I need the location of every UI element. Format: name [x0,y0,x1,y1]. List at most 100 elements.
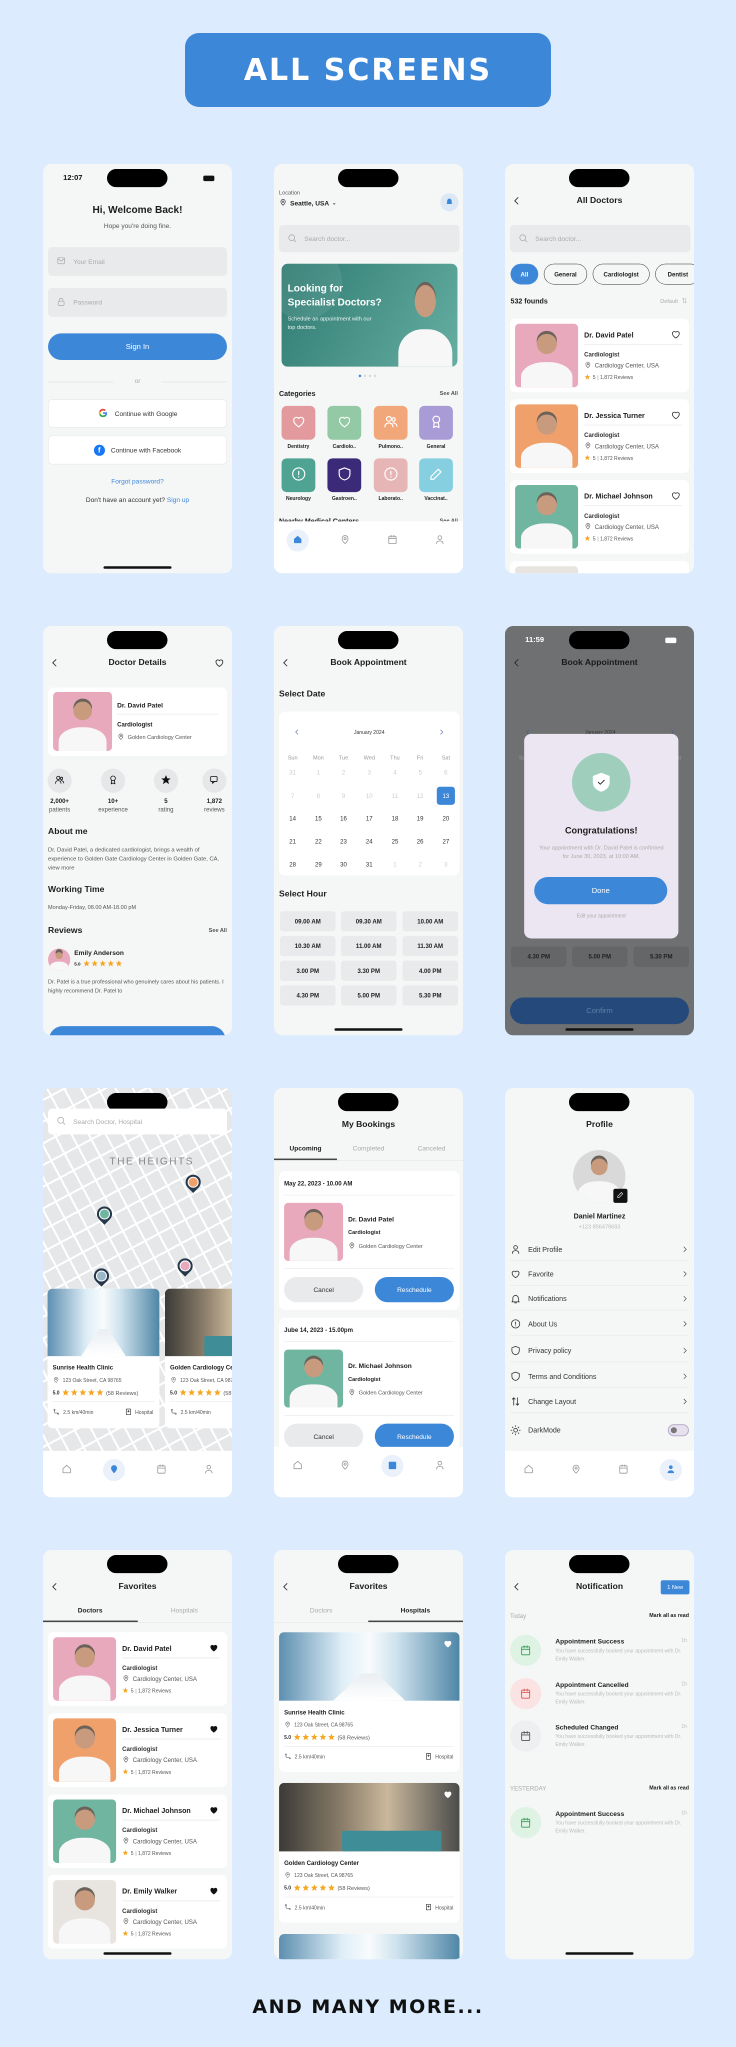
sign-in-button[interactable]: Sign In [48,333,227,361]
tab-doctors[interactable]: Doctors [274,1606,368,1614]
category-tile[interactable] [419,405,453,440]
calendar-day[interactable]: 20 [437,809,455,827]
carousel-dot[interactable] [368,374,372,378]
doctor-card[interactable]: Dr. Jessica Turner Cardiologist Cardiology… [48,1713,227,1787]
filter-chip[interactable]: All [510,263,539,285]
notification-button[interactable] [440,193,459,212]
doctor-card[interactable]: Dr. Emily WalkerCardiologistCardiology C… [510,561,689,574]
category-tile[interactable] [327,458,362,493]
time-slot[interactable]: 11.30 AM [402,935,458,957]
edit-avatar-button[interactable] [613,1188,628,1203]
calendar-day[interactable]: 19 [411,809,429,827]
promo-banner[interactable]: Looking for Specialist Doctors? Schedule a… [281,263,458,367]
heart-icon[interactable] [214,657,225,671]
time-slot[interactable]: 3.30 PM [341,960,397,981]
nav-bookings[interactable] [612,1459,634,1481]
filter-chip[interactable]: Dentist [655,263,694,285]
category-tile[interactable] [281,405,316,440]
heart-filled-icon[interactable] [208,1642,219,1656]
google-button[interactable]: Continue with Google [48,399,227,428]
doctor-card[interactable]: Dr. David Patel Cardiologist Cardiology Ce… [510,318,689,393]
mark-all-read-button[interactable]: Mark all as read [649,1785,689,1791]
calendar-day[interactable]: 24 [360,833,378,851]
nav-profile[interactable] [429,1455,451,1477]
calendar-day[interactable]: 17 [360,809,378,827]
map-pin[interactable] [93,1203,116,1225]
email-input[interactable]: Your Email [48,247,227,276]
time-slot[interactable]: 09.30 AM [341,911,397,932]
time-slot[interactable]: 5.30 PM [402,985,458,1006]
heart-icon[interactable] [442,1638,453,1652]
category-tile[interactable] [327,405,362,440]
carousel-dot[interactable] [373,374,377,378]
carousel-dot[interactable] [358,374,362,378]
tab-canceled[interactable]: Canceled [400,1144,463,1152]
reviews-see-all[interactable]: See All [209,927,227,933]
calendar-day[interactable]: 26 [411,833,429,851]
heart-icon[interactable] [670,409,681,423]
heart-icon[interactable] [670,329,681,343]
map-pin[interactable] [90,1265,113,1287]
categories-see-all[interactable]: See All [440,390,458,396]
calendar-day[interactable]: 22 [309,833,327,851]
nav-home[interactable] [518,1459,540,1481]
menu-item[interactable]: Change Layout [510,1390,689,1414]
calendar-day[interactable]: 15 [309,809,327,827]
nav-home[interactable] [56,1459,78,1481]
category-tile[interactable] [281,458,316,493]
edit-appointment-link[interactable]: Edit your appointment [524,913,678,919]
reschedule-button[interactable]: Reschedule [374,1423,454,1449]
time-slot[interactable]: 4.30 PM [511,946,567,967]
tab-doctors[interactable]: Doctors [43,1606,137,1614]
forgot-password-link[interactable]: Forgot password? [43,477,232,485]
calendar-day[interactable]: 18 [386,809,404,827]
time-slot[interactable]: 3.00 PM [280,960,336,981]
book-appointment-button[interactable] [49,1026,226,1036]
view-more-link[interactable]: view more [48,865,74,871]
reschedule-button[interactable]: Reschedule [374,1277,454,1303]
mark-all-read-button[interactable]: Mark all as read [649,1612,689,1618]
filter-chip[interactable]: General [543,263,588,285]
nav-profile[interactable] [198,1459,220,1481]
nav-home[interactable] [286,529,309,552]
doctor-card[interactable]: Dr. Michael Johnson Cardiologist Cardiolog… [510,480,689,554]
nav-map[interactable] [334,529,356,551]
calendar-day[interactable]: 16 [334,809,352,827]
done-button[interactable]: Done [534,876,668,905]
carousel-dot[interactable] [363,374,367,378]
nav-bookings[interactable] [381,529,403,551]
time-slot[interactable]: 10.30 AM [280,935,336,957]
facebook-button[interactable]: f Continue with Facebook [48,435,227,465]
heart-filled-icon[interactable] [208,1723,219,1737]
calendar-day[interactable]: 28 [284,855,302,873]
doctor-card[interactable]: Dr. Emily WalkerCardiologistCardiology C… [48,1875,227,1949]
calendar-day[interactable]: 13 [436,786,455,805]
calendar-day[interactable]: 29 [309,855,327,873]
doctor-card[interactable]: Dr. Jessica Turner Cardiologist Cardiology… [510,399,689,473]
cancel-button[interactable]: Cancel [284,1277,364,1303]
nav-profile[interactable] [429,529,451,551]
doctor-card[interactable]: Dr. David Patel Cardiologist Cardiology Ce… [48,1632,227,1706]
sort-button[interactable]: Default [660,297,688,306]
menu-item[interactable]: Terms and Conditions [510,1365,689,1388]
menu-item[interactable]: Favorite [510,1262,689,1286]
nav-map[interactable] [334,1455,356,1477]
tab-upcoming[interactable]: Upcoming [274,1144,337,1152]
search-input[interactable]: Search doctor... [279,224,460,253]
heart-filled-icon[interactable] [208,1885,219,1899]
calendar-day[interactable]: 25 [386,833,404,851]
map-pin[interactable] [174,1255,196,1277]
tab-hospitals[interactable]: Hospitals [368,1606,462,1614]
heart-icon[interactable] [670,490,681,504]
nav-profile[interactable] [659,1458,682,1482]
location-selector[interactable]: Seattle, USA ⌄ [279,198,336,208]
tab-hospitals[interactable]: Hospitals [137,1606,231,1614]
menu-item[interactable]: About Us [510,1312,689,1336]
hospital-card[interactable]: Sunrise Health Clinic 123 Oak Street, CA … [47,1288,160,1429]
calendar-day[interactable]: 27 [437,833,455,851]
time-slot[interactable]: 5.00 PM [572,946,628,967]
menu-item[interactable]: Edit Profile [510,1238,689,1261]
tab-completed[interactable]: Completed [337,1144,400,1152]
menu-item[interactable]: Notifications [510,1287,689,1311]
calendar-day[interactable]: 14 [284,809,302,827]
